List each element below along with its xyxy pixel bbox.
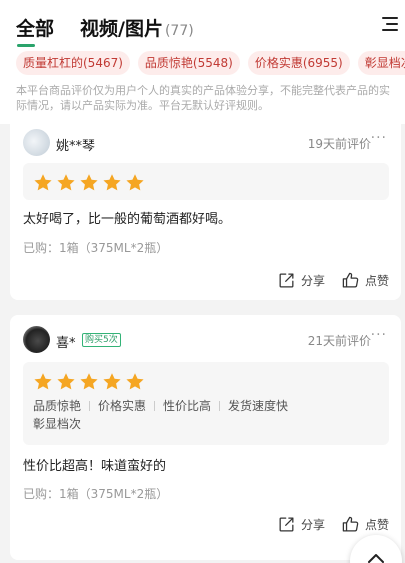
purchase-info: 已购：1箱（375ML*2瓶）	[23, 241, 169, 255]
reviewer-name: 姚**琴	[56, 139, 96, 154]
share-icon	[279, 273, 294, 287]
purchase-info: 已购：1箱（375ML*2瓶）	[23, 487, 169, 501]
review-header: 全部 视频/图片 (77) 质量杠杠的(5467) 品质惊艳(5548) 价格实惠…	[0, 0, 405, 124]
star-icon	[80, 174, 98, 191]
filter-chip[interactable]: 价格实惠(6955)	[247, 51, 350, 75]
star-icon	[103, 174, 121, 191]
review-content: 性价比超高！味道蛮好的	[23, 459, 167, 474]
review-time: 21天前评价	[307, 334, 371, 348]
star-icon	[57, 373, 75, 390]
review-disclaimer: 本平台商品评价仅为用户个人的真实的产品体验分享，不能完整代表产品的实际情况，请以…	[16, 84, 390, 112]
star-icon	[126, 373, 144, 390]
review-tags: 品质惊艳 价格实惠 性价比高 发货速度快彰显档次	[33, 397, 373, 433]
review-actions: 分享 点赞	[277, 513, 389, 535]
review-tag: 彰显档次	[33, 417, 82, 431]
tab-video-image-label: 视频/图片	[80, 18, 163, 40]
reviewer-name: 喜*	[56, 336, 76, 351]
star-icon	[80, 373, 98, 390]
share-button[interactable]: 分享	[277, 515, 325, 534]
review-time: 19天前评价	[307, 137, 371, 151]
review-tag: 发货速度快	[228, 399, 289, 413]
share-label: 分享	[300, 517, 325, 532]
avatar[interactable]	[23, 129, 50, 156]
star-rating	[33, 173, 145, 193]
like-button[interactable]: 点赞	[341, 271, 389, 290]
review-card: 喜* 购买5次 21天前评价 ··· 品质惊艳 价格实惠 性价比高 发货速度快彰显档次…	[10, 315, 401, 560]
star-icon	[34, 174, 52, 191]
filter-chip-row: 质量杠杠的(5467) 品质惊艳(5548) 价格实惠(6955) 彰显档次	[16, 51, 405, 75]
avatar[interactable]	[23, 326, 50, 353]
like-label: 点赞	[364, 273, 389, 288]
filter-chip[interactable]: 品质惊艳(5548)	[137, 51, 240, 75]
share-button[interactable]: 分享	[277, 271, 325, 290]
rating-box: 品质惊艳 价格实惠 性价比高 发货速度快彰显档次	[23, 362, 389, 445]
star-rating	[33, 372, 145, 392]
review-tag: 性价比高	[163, 399, 212, 413]
filter-chip[interactable]: 质量杠杠的(5467)	[16, 51, 130, 75]
like-button[interactable]: 点赞	[341, 515, 389, 534]
repeat-buyer-badge: 购买5次	[82, 333, 121, 347]
tab-video-image-count: (77)	[164, 23, 194, 39]
star-icon	[57, 174, 75, 191]
filter-chip[interactable]: 彰显档次	[357, 51, 405, 75]
hamburger-menu-icon[interactable]	[382, 17, 398, 31]
review-card: 姚**琴 19天前评价 ··· 太好喝了，比一般的葡萄酒都好喝。 已购：1箱（3…	[10, 124, 401, 300]
review-tag: 价格实惠	[98, 399, 147, 413]
review-card-header: 喜* 购买5次 21天前评价 ···	[23, 326, 387, 354]
tab-all[interactable]: 全部	[16, 14, 54, 47]
review-tabs: 全部 视频/图片 (77)	[16, 14, 194, 47]
star-icon	[34, 373, 52, 390]
review-content: 太好喝了，比一般的葡萄酒都好喝。	[23, 212, 232, 227]
star-icon	[103, 373, 121, 390]
chevron-up-icon	[368, 554, 384, 563]
thumbs-up-icon	[342, 272, 359, 287]
star-icon	[126, 174, 144, 191]
like-label: 点赞	[364, 517, 389, 532]
review-tag: 品质惊艳	[33, 399, 82, 413]
more-options-icon[interactable]: ···	[371, 130, 387, 146]
more-options-icon[interactable]: ···	[371, 327, 387, 343]
review-card-header: 姚**琴 19天前评价 ···	[23, 129, 387, 157]
thumbs-up-icon	[342, 516, 359, 531]
share-icon	[279, 517, 294, 531]
review-actions: 分享 点赞	[277, 269, 389, 291]
rating-box	[23, 163, 389, 200]
share-label: 分享	[300, 273, 325, 288]
tab-video-image[interactable]: 视频/图片 (77)	[80, 14, 194, 41]
